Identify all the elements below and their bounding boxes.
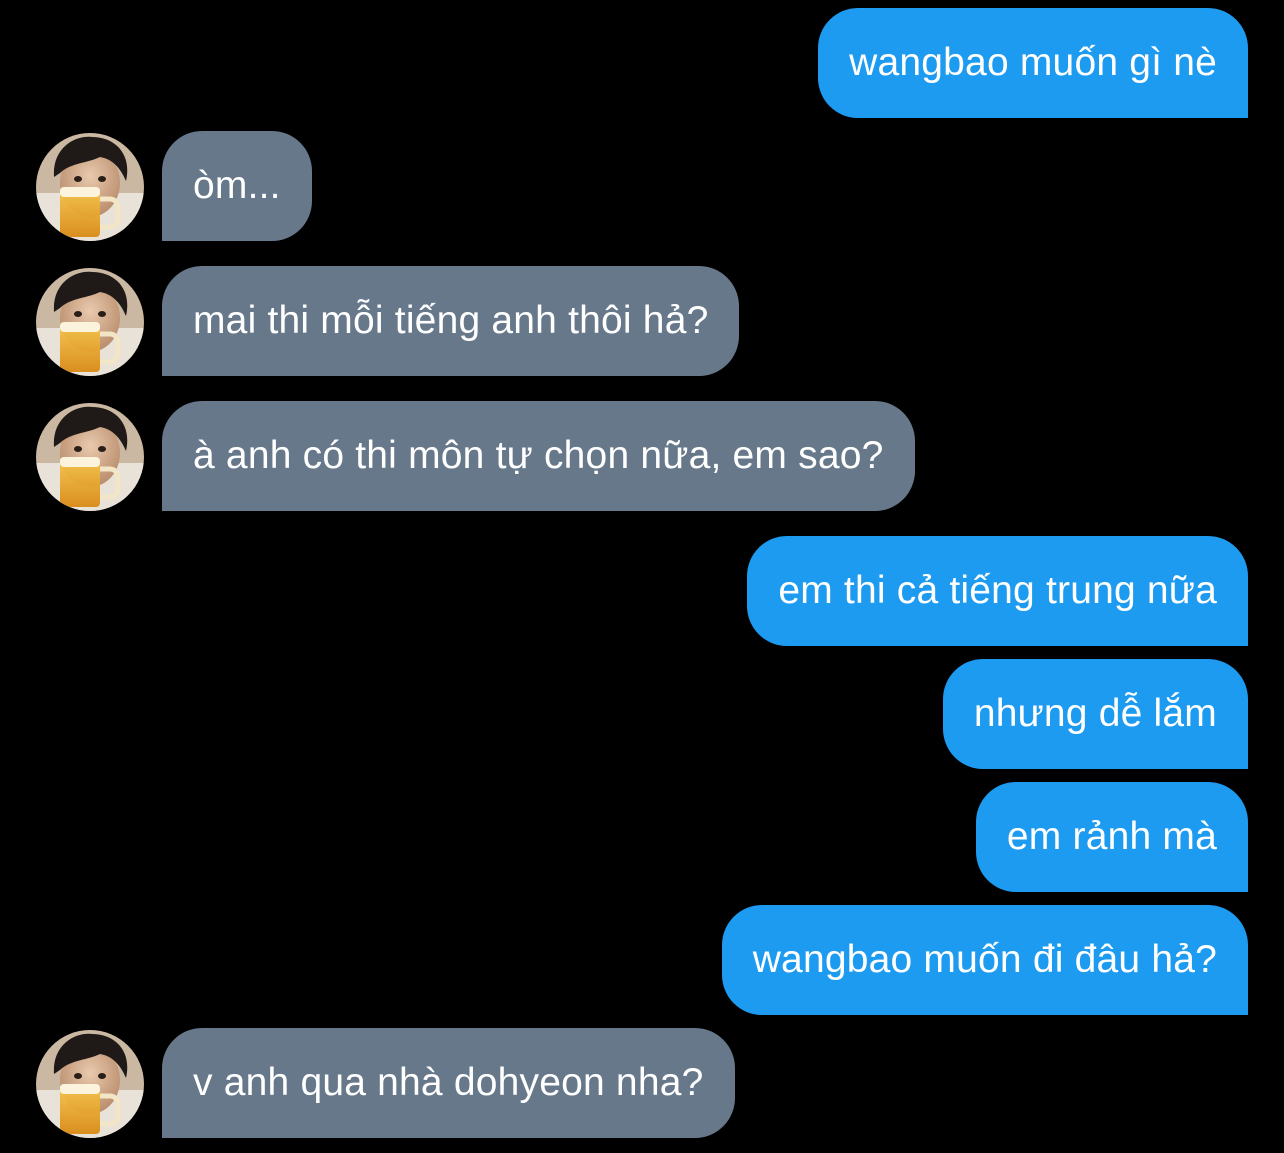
contact-avatar-icon[interactable]: [36, 133, 144, 241]
message-text: òm...: [193, 164, 281, 207]
message-outgoing[interactable]: wangbao muốn đi đâu hả?: [0, 905, 1248, 1015]
message-incoming[interactable]: à anh có thi môn tự chọn nữa, em sao?: [162, 401, 1284, 511]
message-text: wangbao muốn đi đâu hả?: [752, 938, 1217, 981]
message-outgoing[interactable]: em thi cả tiếng trung nữa: [0, 536, 1248, 646]
message-outgoing[interactable]: wangbao muốn gì nè: [0, 8, 1248, 118]
contact-avatar-icon[interactable]: [36, 268, 144, 376]
message-outgoing[interactable]: em rảnh mà: [0, 782, 1248, 892]
conversation-thread: wangbao muốn gì nè òm... mai thi mỗi tiế…: [0, 0, 1284, 1153]
message-outgoing[interactable]: nhưng dễ lắm: [0, 659, 1248, 769]
message-bubble-incoming[interactable]: à anh có thi môn tự chọn nữa, em sao?: [162, 401, 915, 511]
contact-avatar-icon[interactable]: [36, 1030, 144, 1138]
message-incoming[interactable]: mai thi mỗi tiếng anh thôi hả?: [162, 266, 1284, 376]
message-incoming[interactable]: v anh qua nhà dohyeon nha?: [162, 1028, 1284, 1138]
message-text: nhưng dễ lắm: [973, 692, 1217, 735]
message-bubble-outgoing[interactable]: em rảnh mà: [975, 782, 1248, 892]
message-bubble-outgoing[interactable]: em thi cả tiếng trung nữa: [747, 536, 1248, 646]
message-text: em thi cả tiếng trung nữa: [778, 569, 1217, 612]
message-bubble-outgoing[interactable]: wangbao muốn đi đâu hả?: [721, 905, 1248, 1015]
message-text: wangbao muốn gì nè: [849, 41, 1217, 84]
message-bubble-outgoing[interactable]: nhưng dễ lắm: [942, 659, 1248, 769]
message-bubble-outgoing[interactable]: wangbao muốn gì nè: [818, 8, 1248, 118]
message-text: mai thi mỗi tiếng anh thôi hả?: [193, 299, 709, 342]
message-bubble-incoming[interactable]: v anh qua nhà dohyeon nha?: [162, 1028, 735, 1138]
contact-avatar-icon[interactable]: [36, 403, 144, 511]
message-incoming[interactable]: òm...: [162, 131, 1284, 241]
message-bubble-incoming[interactable]: mai thi mỗi tiếng anh thôi hả?: [162, 266, 740, 376]
message-text: em rảnh mà: [1006, 815, 1217, 858]
message-text: v anh qua nhà dohyeon nha?: [193, 1061, 704, 1104]
message-text: à anh có thi môn tự chọn nữa, em sao?: [193, 434, 884, 477]
message-bubble-incoming[interactable]: òm...: [162, 131, 312, 241]
